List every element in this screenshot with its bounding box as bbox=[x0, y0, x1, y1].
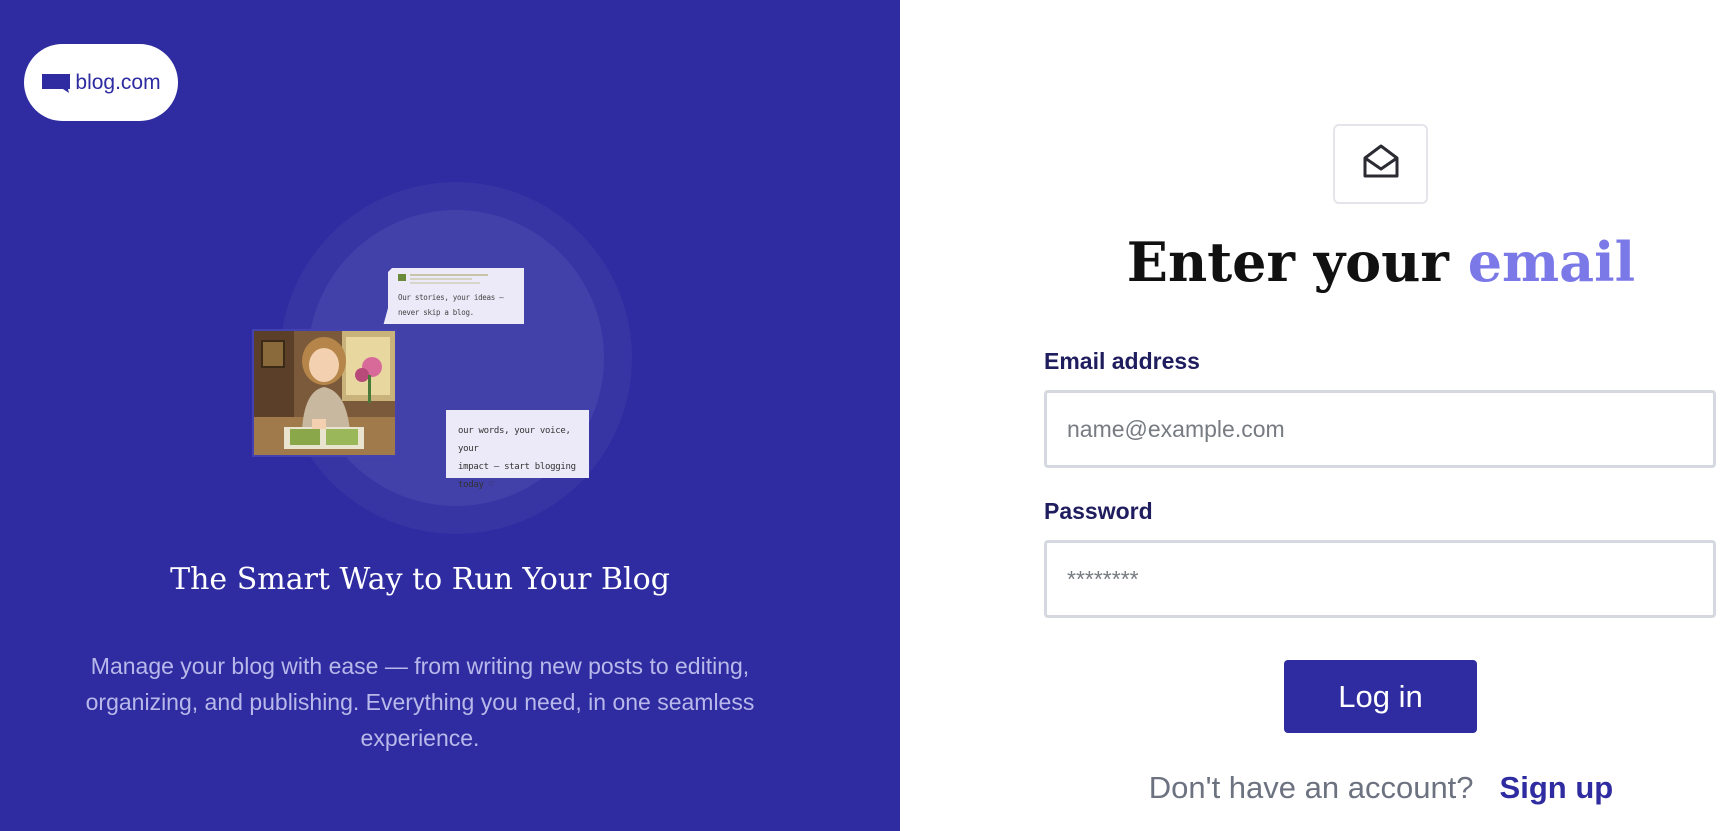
password-label: Password bbox=[1044, 498, 1153, 524]
email-field[interactable] bbox=[1044, 390, 1716, 468]
hero-panel: blog.com Our stories, your ideas – never… bbox=[0, 0, 900, 831]
note-card: our words, your voice, your impact – sta… bbox=[446, 410, 589, 490]
note-card-line2: impact – start blogging today ♡ bbox=[458, 462, 576, 490]
password-field[interactable] bbox=[1044, 540, 1716, 618]
login-panel: Enter your email Email address Password … bbox=[900, 0, 1734, 831]
brand-name: blog.com bbox=[75, 70, 161, 94]
login-heading: Enter your email bbox=[900, 230, 1734, 294]
bubble-note: Our stories, your ideas – never skip a b… bbox=[398, 293, 504, 317]
envelope-open-icon bbox=[1361, 142, 1401, 187]
brand-logo[interactable]: blog.com bbox=[24, 44, 178, 121]
note-card-line1: our words, your voice, your bbox=[458, 426, 571, 454]
heading-accent: email bbox=[1467, 230, 1636, 294]
hero-description: Manage your blog with ease — from writin… bbox=[85, 653, 755, 751]
hero-tagline: The Smart Way to Run Your Blog bbox=[170, 562, 670, 597]
heading-prefix: Enter your bbox=[1126, 230, 1449, 294]
signup-row: Don't have an account? Sign up bbox=[900, 770, 1734, 806]
signup-link[interactable]: Sign up bbox=[1500, 770, 1614, 805]
login-button[interactable]: Log in bbox=[1284, 660, 1477, 733]
writer-illustration bbox=[252, 329, 397, 457]
speech-bubble-card: Our stories, your ideas – never skip a b… bbox=[382, 268, 524, 324]
email-label: Email address bbox=[1044, 348, 1200, 374]
chat-bubble-icon bbox=[41, 72, 71, 94]
signup-prompt: Don't have an account? bbox=[1148, 770, 1474, 805]
envelope-open-icon-box bbox=[1333, 124, 1428, 204]
